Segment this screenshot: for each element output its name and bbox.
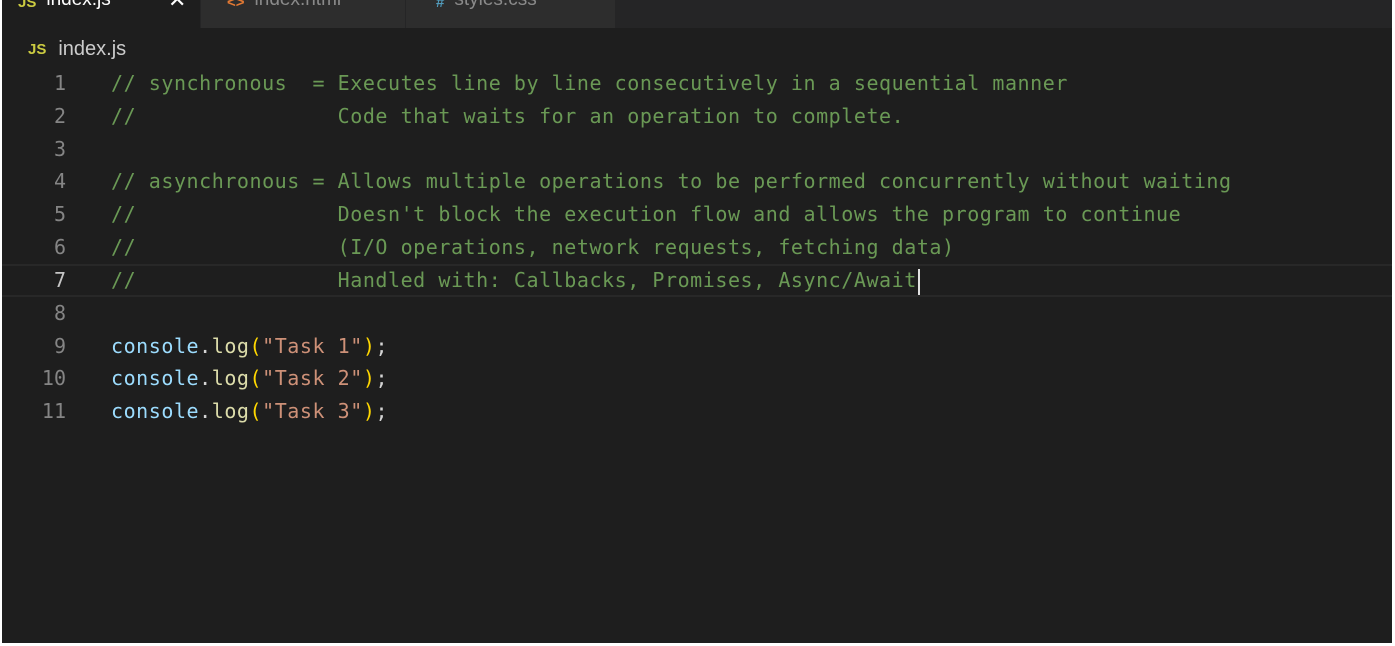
token-method: log <box>211 334 250 358</box>
code-comment[interactable]: // asynchronous = Allows multiple operat… <box>111 165 1232 198</box>
code-line[interactable]: 9 console.log("Task 1"); <box>2 330 1392 363</box>
code-text[interactable]: // Handled with: Callbacks, Promises, As… <box>111 266 920 295</box>
code-editor[interactable]: 1 // synchronous = Executes line by line… <box>2 67 1392 447</box>
token-paren-close: ) <box>362 399 376 423</box>
javascript-file-icon: JS <box>28 40 47 58</box>
code-line[interactable]: 1 // synchronous = Executes line by line… <box>2 67 1392 100</box>
token-method: log <box>211 399 250 423</box>
tab-label: styles.css <box>454 0 536 11</box>
code-line[interactable]: 3 <box>2 133 1392 166</box>
line-number: 8 <box>53 301 66 325</box>
token-object: console <box>111 334 200 358</box>
token-string: "Task 3" <box>262 399 363 423</box>
tab-index-js[interactable]: JS index.js ✕ <box>2 0 200 28</box>
breadcrumb[interactable]: JS index.js <box>28 36 126 62</box>
code-line[interactable]: 8 <box>2 297 1392 330</box>
line-number: 7 <box>53 268 66 292</box>
token-semicolon: ; <box>375 399 389 423</box>
token-string: "Task 1" <box>262 334 363 358</box>
code-line[interactable]: 11 console.log("Task 3"); <box>2 395 1392 428</box>
token-object: console <box>111 366 200 390</box>
token-semicolon: ; <box>375 366 389 390</box>
tab-label: index.html <box>255 0 342 11</box>
token-dot: . <box>199 334 212 358</box>
token-paren-open: ( <box>249 366 263 390</box>
tab-styles-css[interactable]: # styles.css <box>405 0 615 28</box>
code-comment[interactable]: // Doesn't block the execution flow and … <box>111 198 1181 231</box>
token-paren-close: ) <box>362 334 376 358</box>
token-dot: . <box>199 399 212 423</box>
text-cursor <box>917 268 920 295</box>
token-object: console <box>111 399 200 423</box>
breadcrumb-file[interactable]: index.js <box>58 38 126 61</box>
token-dot: . <box>199 366 212 390</box>
line-number: 2 <box>53 104 66 128</box>
code-line[interactable]: 2 // Code that waits for an operation to… <box>2 100 1392 133</box>
token-paren-close: ) <box>362 366 376 390</box>
code-comment[interactable]: // Code that waits for an operation to c… <box>111 100 904 133</box>
token-method: log <box>211 366 250 390</box>
line-number: 4 <box>53 169 66 193</box>
code-line[interactable]: 6 // (I/O operations, network requests, … <box>2 231 1392 264</box>
code-comment[interactable]: // (I/O operations, network requests, fe… <box>111 231 955 264</box>
line-number: 1 <box>53 71 66 95</box>
line-number: 11 <box>41 399 66 423</box>
token-string: "Task 2" <box>262 366 363 390</box>
code-comment[interactable]: // Handled with: Callbacks, Promises, As… <box>111 268 917 292</box>
editor-window: JS index.js ✕ <> index.html # styles.css… <box>2 0 1392 643</box>
code-line[interactable]: 5 // Doesn't block the execution flow an… <box>2 198 1392 231</box>
javascript-file-icon: JS <box>18 0 37 11</box>
css-file-icon: # <box>436 0 445 11</box>
line-number: 10 <box>41 366 66 390</box>
token-paren-open: ( <box>249 334 263 358</box>
token-semicolon: ; <box>375 334 389 358</box>
tab-bar: JS index.js ✕ <> index.html # styles.css <box>2 0 1392 28</box>
code-comment[interactable]: // synchronous = Executes line by line c… <box>111 67 1068 100</box>
code-line[interactable]: 4 // asynchronous = Allows multiple oper… <box>2 165 1392 198</box>
close-icon[interactable]: ✕ <box>168 0 186 13</box>
line-number: 3 <box>53 137 66 161</box>
code-line[interactable]: 10 console.log("Task 2"); <box>2 362 1392 395</box>
token-paren-open: ( <box>249 399 263 423</box>
code-statement[interactable]: console.log("Task 2"); <box>111 362 388 395</box>
line-number: 5 <box>53 202 66 226</box>
tab-index-html[interactable]: <> index.html <box>200 0 405 28</box>
code-statement[interactable]: console.log("Task 3"); <box>111 395 388 428</box>
current-line[interactable]: 7 // Handled with: Callbacks, Promises, … <box>2 264 1392 297</box>
code-statement[interactable]: console.log("Task 1"); <box>111 330 388 363</box>
html-file-icon: <> <box>227 0 245 11</box>
line-number: 9 <box>53 334 66 358</box>
line-number: 6 <box>53 235 66 259</box>
tab-label: index.js <box>46 0 110 11</box>
